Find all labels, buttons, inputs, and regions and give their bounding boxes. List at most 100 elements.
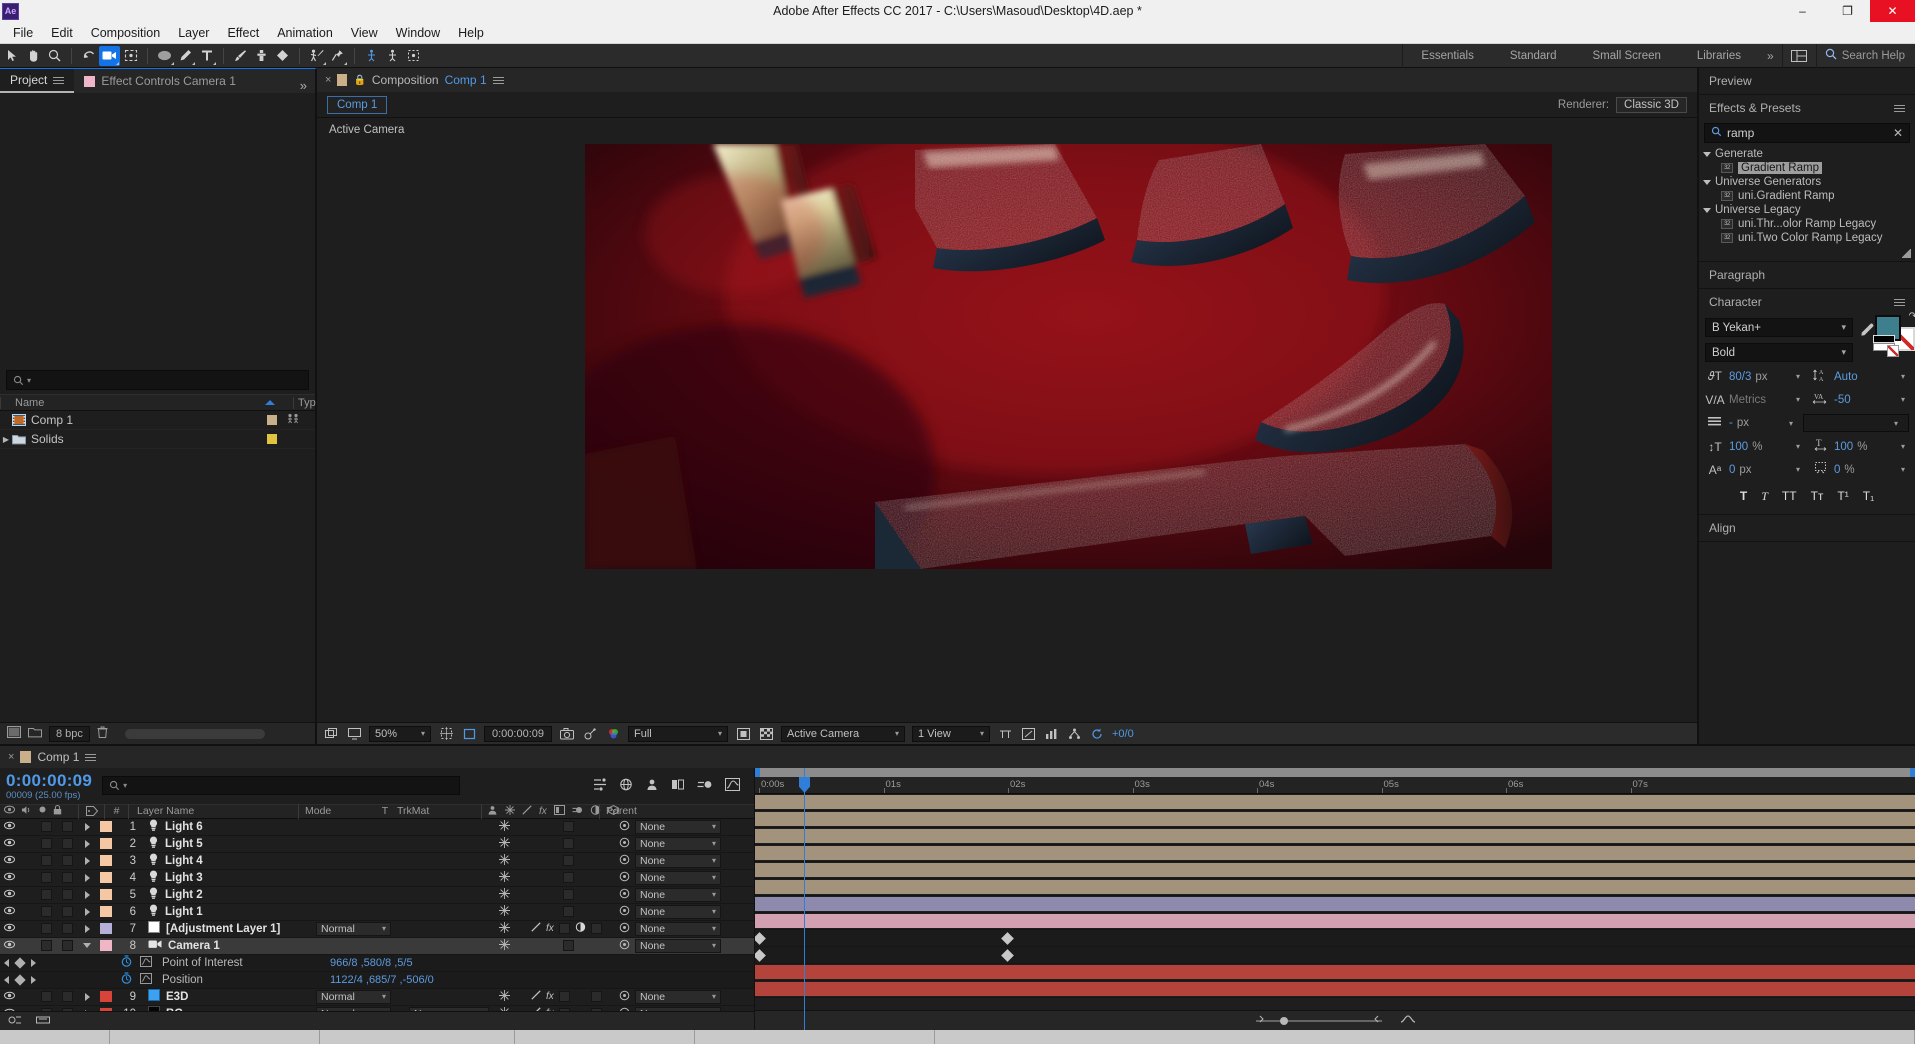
video-toggle[interactable] bbox=[3, 889, 15, 901]
layer-name[interactable]: E3D bbox=[166, 991, 188, 1003]
font-size-field[interactable]: 𝜗T 80/3 px ▾ bbox=[1705, 369, 1804, 384]
timeline-current-time[interactable]: 0:00:00:09 00009 (25.00 fps) bbox=[6, 772, 92, 801]
rotation-tool-icon[interactable] bbox=[78, 46, 99, 66]
layer-row[interactable]: 4 Light 3 None ▾ bbox=[0, 870, 754, 887]
world-axis-mode-icon[interactable] bbox=[382, 46, 403, 66]
lock-toggle[interactable] bbox=[62, 838, 73, 850]
layer-label-swatch[interactable] bbox=[100, 923, 112, 935]
audio-toggle[interactable] bbox=[22, 940, 33, 951]
baseline-shift-field[interactable]: Aᵃ 0 px ▾ bbox=[1705, 463, 1804, 477]
superscript-button[interactable]: T¹ bbox=[1837, 489, 1848, 504]
view-layout-select[interactable]: 1 View ▾ bbox=[912, 725, 990, 742]
layer-row[interactable]: 3 Light 4 None ▾ bbox=[0, 853, 754, 870]
layer-row[interactable]: 2 Light 5 None ▾ bbox=[0, 836, 754, 853]
frame-blend-switch[interactable] bbox=[563, 940, 574, 952]
solo-toggle[interactable] bbox=[41, 838, 52, 850]
stopwatch-icon[interactable] bbox=[121, 955, 132, 970]
shy-switch[interactable] bbox=[499, 938, 510, 953]
toggle-mask-overlay-icon[interactable] bbox=[735, 726, 751, 742]
hand-tool-icon[interactable] bbox=[23, 46, 44, 66]
layer-name-header[interactable]: Layer Name bbox=[128, 803, 298, 819]
parent-pickwhip-icon[interactable] bbox=[619, 939, 630, 953]
mode-header[interactable]: Mode bbox=[298, 803, 377, 819]
keyframe-navigator[interactable] bbox=[0, 971, 78, 988]
layer-duration-bar-row[interactable] bbox=[755, 964, 1915, 981]
layer-name[interactable]: [Adjustment Layer 1] bbox=[166, 923, 280, 935]
timeline-search-input[interactable]: ▾ bbox=[102, 776, 461, 796]
video-toggle[interactable] bbox=[3, 906, 15, 918]
workspace-more-button[interactable]: » bbox=[1759, 49, 1782, 63]
search-help-box[interactable]: Search Help bbox=[1817, 44, 1915, 68]
layer-duration-bar[interactable] bbox=[755, 880, 1915, 894]
frame-blend-switch[interactable] bbox=[563, 889, 574, 901]
layer-name[interactable]: Light 6 bbox=[165, 821, 203, 833]
zoom-tool-icon[interactable] bbox=[44, 46, 65, 66]
layer-row[interactable]: 6 Light 1 None ▾ bbox=[0, 904, 754, 921]
faux-bold-button[interactable]: T bbox=[1740, 489, 1747, 504]
layer-duration-bar[interactable] bbox=[755, 795, 1915, 809]
parent-header[interactable]: Parent bbox=[599, 803, 754, 819]
layer-row[interactable]: 9 E3D Normal ▾ fx None ▾ bbox=[0, 989, 754, 1006]
layer-disclosure-icon[interactable] bbox=[84, 822, 90, 831]
solo-toggle[interactable] bbox=[41, 855, 52, 867]
graph-editor-toggle-icon[interactable] bbox=[140, 955, 152, 970]
tsume-field[interactable]: 0 % ▾ bbox=[1810, 461, 1909, 478]
frame-blend-switch[interactable] bbox=[563, 872, 574, 884]
effects-search-box[interactable]: ✕ bbox=[1704, 123, 1910, 143]
layer-disclosure-icon[interactable] bbox=[84, 856, 90, 865]
layer-disclosure-icon[interactable] bbox=[84, 992, 90, 1001]
shy-switch[interactable] bbox=[499, 836, 510, 851]
channel-rgb-icon[interactable] bbox=[605, 726, 621, 742]
video-toggle[interactable] bbox=[3, 923, 15, 935]
layer-mode-select[interactable]: Normal ▾ bbox=[316, 989, 391, 1004]
menu-item-effect[interactable]: Effect bbox=[218, 24, 268, 42]
chevron-down-icon[interactable]: ▾ bbox=[1901, 372, 1909, 381]
tracking-field[interactable]: VA -50 ▾ bbox=[1810, 391, 1909, 408]
property-value[interactable]: 1122/4 ,685/7 ,-506/0 bbox=[330, 974, 434, 986]
menu-item-edit[interactable]: Edit bbox=[42, 24, 82, 42]
zoom-level-select[interactable]: 50% ▾ bbox=[369, 725, 431, 742]
resolution-select[interactable]: Full ▾ bbox=[628, 725, 728, 742]
fast-previews-icon[interactable] bbox=[1043, 726, 1059, 742]
layer-duration-bar-row[interactable] bbox=[755, 845, 1915, 862]
video-toggle[interactable] bbox=[3, 855, 15, 867]
layer-label-swatch[interactable] bbox=[100, 821, 112, 833]
workspace-small-screen[interactable]: Small Screen bbox=[1575, 44, 1679, 68]
playhead-line[interactable] bbox=[804, 768, 805, 1030]
audio-toggle[interactable] bbox=[22, 872, 33, 883]
pixel-aspect-correction-icon[interactable] bbox=[1020, 726, 1036, 742]
layer-duration-bar-row[interactable] bbox=[755, 913, 1915, 930]
work-area-bar[interactable] bbox=[755, 768, 1915, 777]
audio-toggle[interactable] bbox=[22, 855, 33, 866]
parent-pickwhip-icon[interactable] bbox=[619, 854, 630, 868]
layer-duration-bar[interactable] bbox=[755, 914, 1915, 928]
clear-search-icon[interactable]: ✕ bbox=[1893, 126, 1903, 140]
chevron-down-icon[interactable]: ▾ bbox=[1901, 395, 1909, 404]
chevron-down-icon[interactable]: ▾ bbox=[1796, 442, 1804, 451]
frame-blend-switch[interactable] bbox=[558, 991, 570, 1003]
layer-duration-bar[interactable] bbox=[755, 829, 1915, 843]
layer-duration-bar-row[interactable] bbox=[755, 981, 1915, 998]
puppet-pin-tool-icon[interactable] bbox=[327, 46, 348, 66]
faux-italic-button[interactable]: T bbox=[1761, 489, 1768, 504]
layer-row[interactable]: 5 Light 2 None ▾ bbox=[0, 887, 754, 904]
layer-parent-select[interactable]: None ▾ bbox=[635, 904, 721, 919]
audio-toggle[interactable] bbox=[22, 821, 33, 832]
layer-label-swatch[interactable] bbox=[100, 906, 112, 918]
menu-item-animation[interactable]: Animation bbox=[268, 24, 342, 42]
property-value[interactable]: 966/8 ,580/8 ,5/5 bbox=[330, 957, 413, 969]
layer-name[interactable]: Light 4 bbox=[165, 855, 203, 867]
parent-pickwhip-icon[interactable] bbox=[619, 922, 630, 936]
solo-toggle[interactable] bbox=[41, 991, 52, 1003]
pen-tool-icon[interactable] bbox=[175, 46, 196, 66]
parent-pickwhip-icon[interactable] bbox=[619, 871, 630, 885]
font-family-select[interactable]: B Yekan+ ▾ bbox=[1705, 318, 1853, 337]
close-tab-icon[interactable]: × bbox=[325, 74, 331, 86]
effects-search-input[interactable] bbox=[1727, 126, 1888, 140]
layer-label-swatch[interactable] bbox=[100, 855, 112, 867]
solo-toggle[interactable] bbox=[41, 923, 52, 935]
frame-blend-switch[interactable] bbox=[563, 906, 574, 918]
keyframe-row[interactable] bbox=[755, 947, 1915, 964]
draft-3d-icon[interactable] bbox=[619, 778, 633, 794]
solo-toggle[interactable] bbox=[41, 872, 52, 884]
